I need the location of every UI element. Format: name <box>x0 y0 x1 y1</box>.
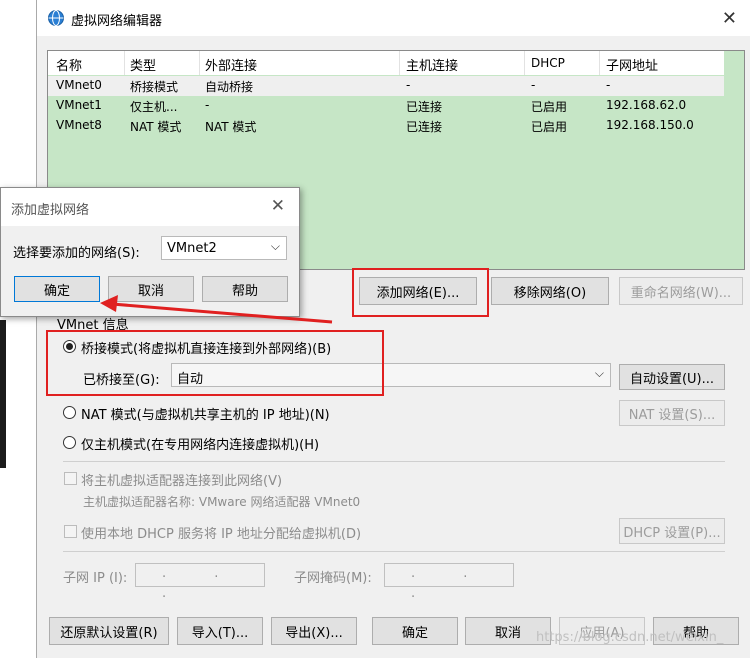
arrow-line <box>111 302 333 324</box>
arrow-head <box>100 295 118 312</box>
annotation-arrow <box>100 295 333 324</box>
